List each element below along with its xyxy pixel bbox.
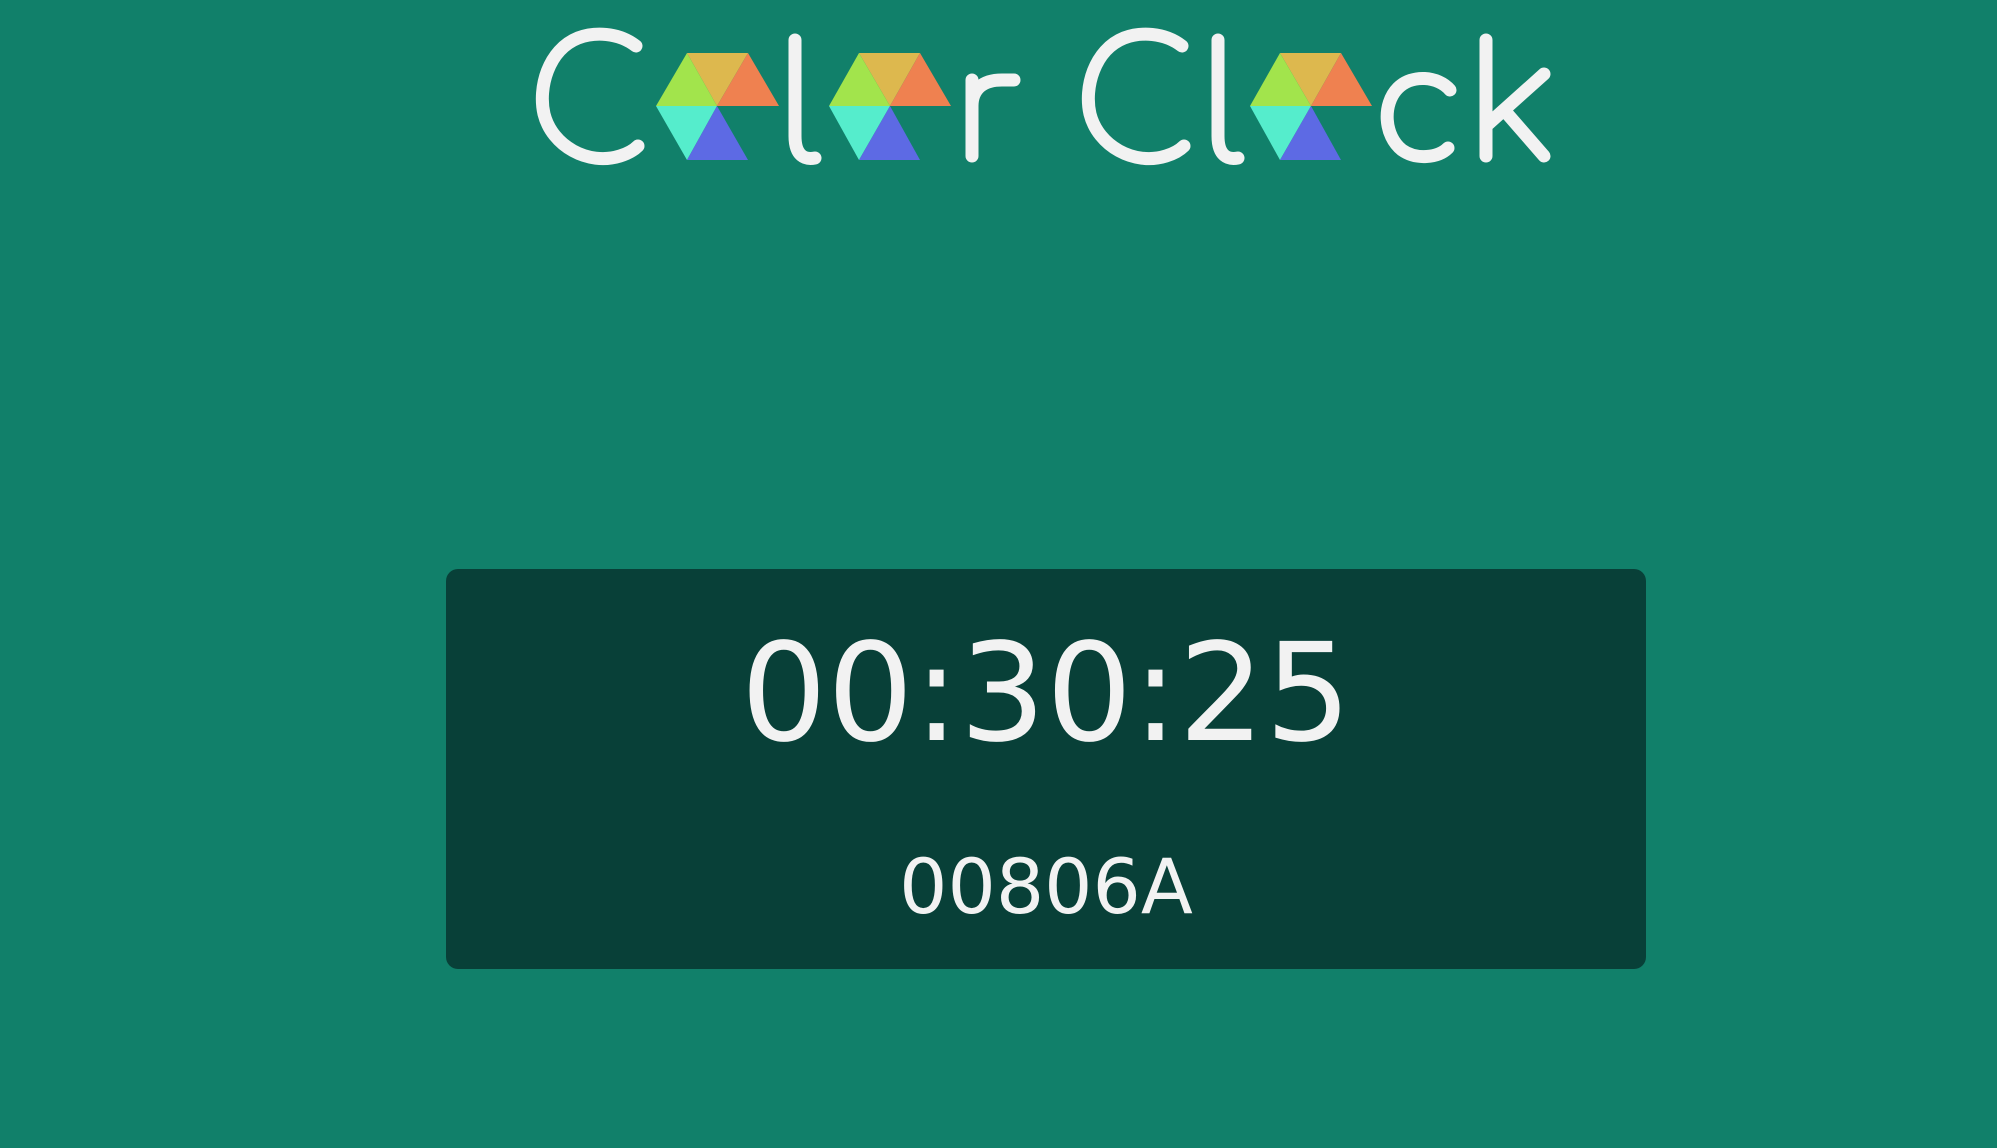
logo-hexagon-icon: [1250, 53, 1372, 160]
logo-letter-c3: [1380, 71, 1457, 163]
logo-hexagon-icon: [656, 53, 779, 160]
clock-panel: 00:30:25 00806A: [446, 569, 1646, 969]
logo-hexagon-icon: [829, 53, 951, 160]
logo-letter-l: [788, 33, 822, 165]
color-clock-logo: [535, 27, 1551, 166]
logo-letter-c2: [1081, 27, 1191, 166]
logo-letter-c: [535, 27, 645, 166]
app-title: Color Clock: [0, 0, 1, 1]
logo-letter-r: [965, 73, 1021, 163]
clock-hex-code: 00806A: [899, 842, 1193, 931]
logo-letter-k: [1479, 33, 1551, 163]
clock-time: 00:30:25: [740, 615, 1352, 773]
logo-letter-l2: [1211, 33, 1245, 165]
